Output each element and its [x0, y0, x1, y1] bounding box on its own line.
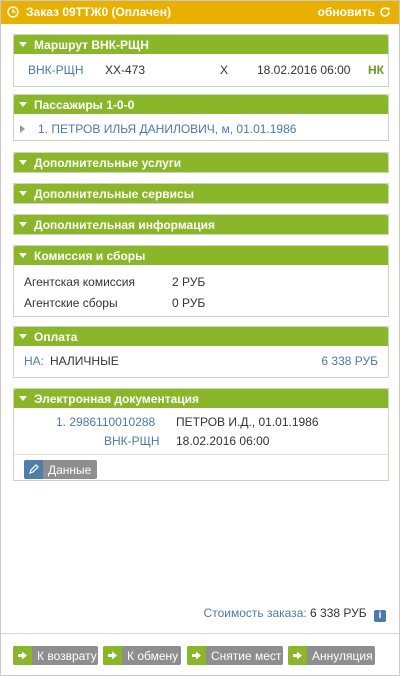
collapse-caret-icon: [19, 222, 27, 227]
passengers-panel-header[interactable]: Пассажиры 1-0-0: [14, 95, 388, 114]
payment-amount: 6 338 РУБ: [321, 354, 378, 368]
flight-number: ХХ-473: [105, 63, 146, 77]
payment-prefix: НА:: [24, 354, 45, 368]
extra-servicing-panel[interactable]: Дополнительные сервисы: [13, 183, 389, 204]
arrow-right-icon: [103, 646, 122, 665]
order-cost-label: Стоимость заказа:: [203, 606, 307, 620]
data-button[interactable]: Данные: [24, 460, 97, 479]
refresh-icon[interactable]: [379, 6, 391, 18]
passenger-name[interactable]: 1. ПЕТРОВ ИЛЬЯ ДАНИЛОВИЧ, м, 01.01.1986: [38, 122, 296, 136]
arrow-right-icon: [187, 646, 206, 665]
order-window: Заказ 09ТТЖ0 (Оплачен) обновить Маршрут …: [0, 0, 400, 676]
collapse-caret-icon: [19, 253, 27, 258]
collapse-caret-icon: [19, 160, 27, 165]
order-cost-value: 6 338 РУБ: [310, 606, 367, 620]
payment-panel-header[interactable]: Оплата: [14, 327, 388, 346]
exchange-button[interactable]: К обмену: [103, 646, 181, 665]
route-segment[interactable]: ВНК-РЩН: [28, 63, 84, 77]
payment-method: НАЛИЧНЫЕ: [50, 354, 119, 368]
extra-info-panel-header[interactable]: Дополнительная информация: [14, 215, 388, 234]
payment-panel: Оплата НА: НАЛИЧНЫЕ 6 338 РУБ: [13, 326, 389, 378]
collapse-caret-icon: [19, 191, 27, 196]
extra-servicing-title: Дополнительные сервисы: [34, 187, 194, 201]
booking-class: X: [220, 63, 229, 77]
exchange-button-label: К обмену: [127, 649, 179, 663]
cancel-button[interactable]: Аннуляция: [288, 646, 375, 665]
edit-icon: [24, 460, 43, 479]
refresh-link[interactable]: обновить: [318, 5, 375, 19]
refund-button[interactable]: К возврату: [13, 646, 98, 665]
route-panel-header[interactable]: Маршрут ВНК-РЩН: [14, 35, 388, 54]
collapse-caret-icon: [19, 102, 27, 107]
collapse-caret-icon: [19, 396, 27, 401]
order-title: Заказ 09ТТЖ0 (Оплачен): [26, 5, 171, 19]
release-seats-button-label: Снятие мест: [211, 649, 282, 663]
agent-commission-label: Агентская комиссия: [24, 275, 136, 289]
payment-panel-title: Оплата: [34, 330, 78, 344]
arrow-right-icon: [288, 646, 307, 665]
extra-servicing-panel-header[interactable]: Дополнительные сервисы: [14, 184, 388, 203]
documents-panel: Электронная документация 1. 298611001028…: [13, 388, 389, 481]
documents-panel-header[interactable]: Электронная документация: [14, 389, 388, 408]
info-icon[interactable]: i: [374, 610, 386, 622]
route-panel-title: Маршрут ВНК-РЩН: [34, 38, 149, 52]
documents-panel-title: Электронная документация: [34, 392, 199, 406]
route-panel: Маршрут ВНК-РЩН ВНК-РЩН ХХ-473 X 18.02.2…: [13, 34, 389, 87]
flight-datetime: 18.02.2016 06:00: [257, 63, 351, 77]
order-cost: Стоимость заказа: 6 338 РУБ i: [204, 606, 386, 622]
fees-panel-header[interactable]: Комиссия и сборы: [14, 246, 388, 265]
agent-fees-label: Агентские сборы: [24, 296, 118, 310]
documents-divider: [14, 454, 388, 455]
extra-services-panel[interactable]: Дополнительные услуги: [13, 152, 389, 173]
fees-panel-title: Комиссия и сборы: [34, 249, 146, 263]
ticket-segment: ВНК-РЩН: [104, 434, 160, 448]
passengers-panel: Пассажиры 1-0-0 1. ПЕТРОВ ИЛЬЯ ДАНИЛОВИЧ…: [13, 94, 389, 141]
ticket-number[interactable]: 1. 2986110010288: [56, 415, 155, 429]
release-seats-button[interactable]: Снятие мест: [187, 646, 283, 665]
extra-services-title: Дополнительные услуги: [34, 156, 182, 170]
extra-services-panel-header[interactable]: Дополнительные услуги: [14, 153, 388, 172]
passengers-panel-title: Пассажиры 1-0-0: [34, 98, 135, 112]
data-button-label: Данные: [48, 463, 92, 477]
segment-status: НК: [368, 63, 384, 77]
agent-commission-value: 2 РУБ: [172, 275, 206, 289]
cancel-button-label: Аннуляция: [312, 649, 373, 663]
fees-panel: Комиссия и сборы Агентская комиссия 2 РУ…: [13, 245, 389, 317]
passenger-row[interactable]: 1. ПЕТРОВ ИЛЬЯ ДАНИЛОВИЧ, м, 01.01.1986: [14, 119, 388, 137]
collapse-caret-icon: [19, 42, 27, 47]
expand-arrow-icon: [20, 125, 25, 133]
extra-info-panel[interactable]: Дополнительная информация: [13, 214, 389, 235]
clock-icon: [7, 6, 19, 18]
order-header: Заказ 09ТТЖ0 (Оплачен) обновить: [1, 1, 399, 24]
extra-info-title: Дополнительная информация: [34, 218, 215, 232]
ticket-datetime: 18.02.2016 06:00: [176, 434, 270, 448]
refund-button-label: К возврату: [37, 649, 97, 663]
arrow-right-icon: [13, 646, 32, 665]
footer-divider: [1, 633, 399, 634]
collapse-caret-icon: [19, 334, 27, 339]
agent-fees-value: 0 РУБ: [172, 296, 206, 310]
ticket-passenger: ПЕТРОВ И.Д., 01.01.1986: [176, 415, 319, 429]
